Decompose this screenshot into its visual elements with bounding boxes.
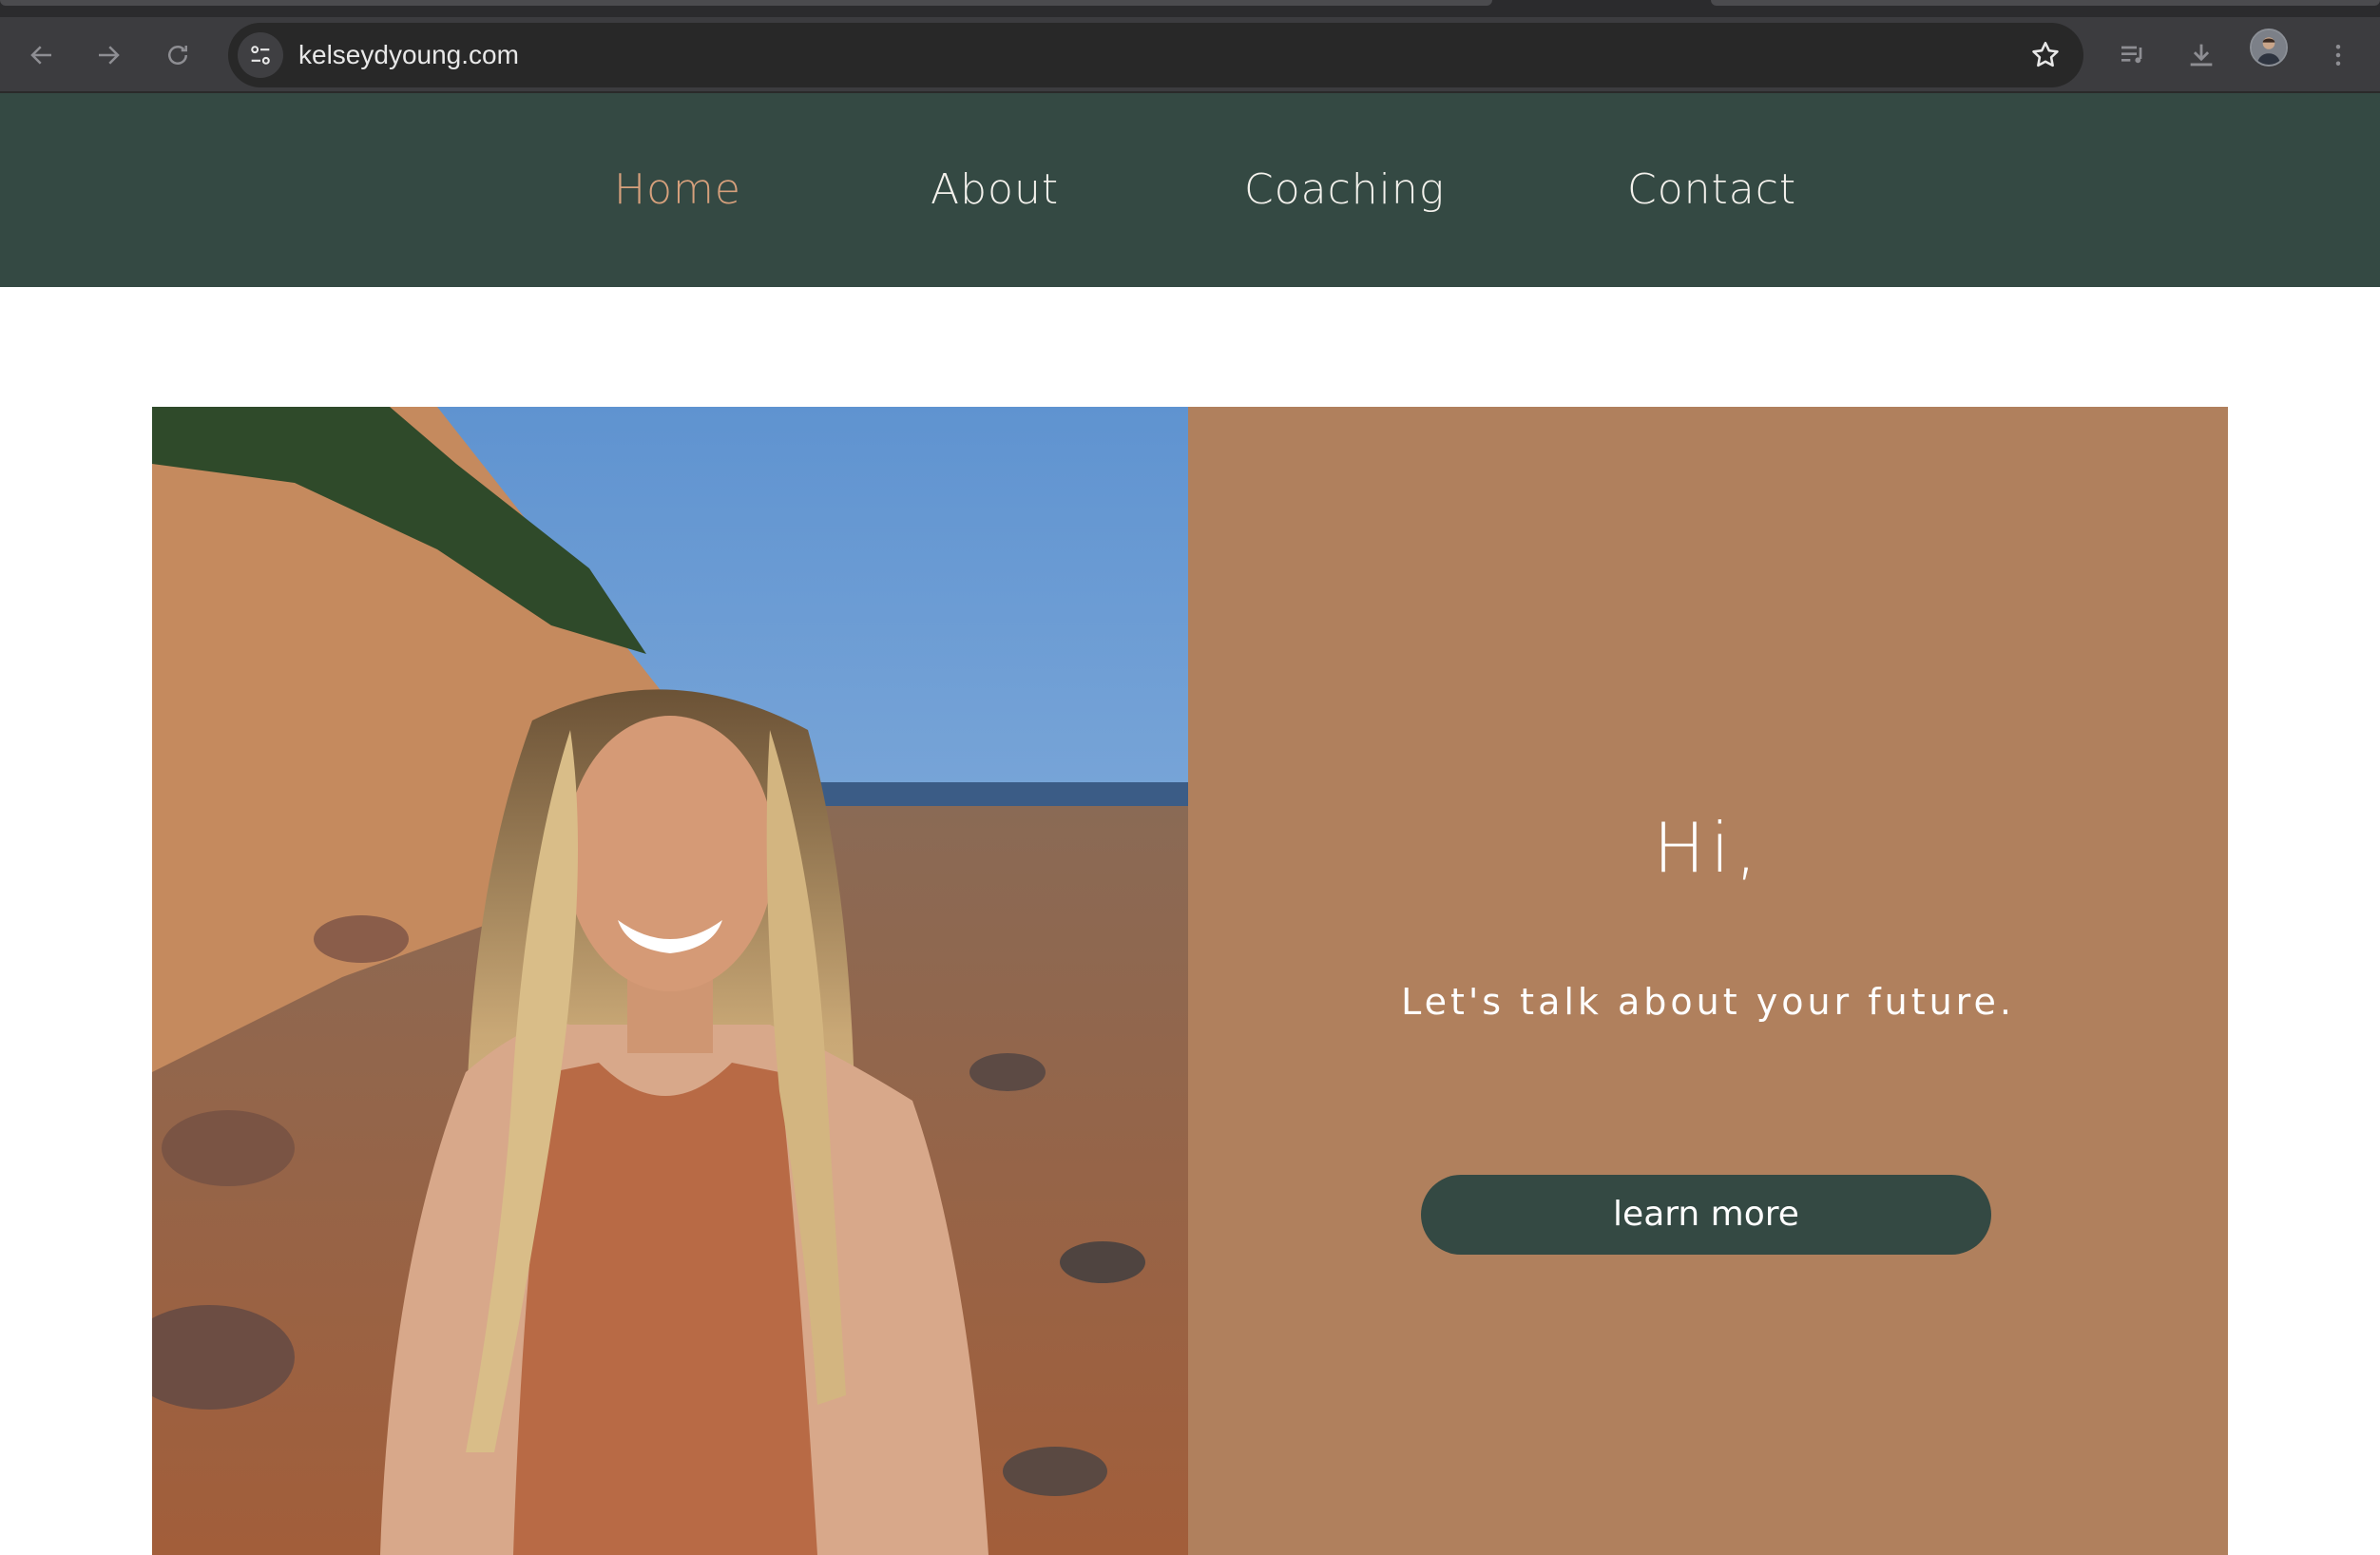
nav-link-coaching[interactable]: Coaching xyxy=(1244,93,1445,287)
site-info-button[interactable] xyxy=(238,32,283,78)
arrow-right-icon xyxy=(99,46,120,65)
avatar-icon xyxy=(2252,30,2286,65)
main-nav: Home About Coaching Contact xyxy=(0,93,2380,287)
reload-icon xyxy=(168,46,187,65)
nav-link-home[interactable]: Home xyxy=(614,93,741,287)
tagline-text: Let's talk about your future. xyxy=(1401,981,2015,1023)
browser-toolbar: kelseydyoung.com xyxy=(0,17,2380,93)
arrow-left-icon xyxy=(30,46,51,65)
star-icon xyxy=(2032,41,2059,67)
hero-photo xyxy=(152,407,1188,1555)
url-text[interactable]: kelseydyoung.com xyxy=(298,23,519,87)
reload-button[interactable] xyxy=(155,32,201,78)
site-header: Home About Coaching Contact xyxy=(0,93,2380,287)
profile-avatar[interactable] xyxy=(2250,29,2288,67)
tab-edge xyxy=(0,0,1492,6)
download-icon xyxy=(2190,44,2213,67)
queue-music-icon xyxy=(2121,46,2142,64)
address-bar[interactable]: kelseydyoung.com xyxy=(228,23,2083,87)
tab-edge xyxy=(1711,0,2380,6)
downloads-button[interactable] xyxy=(2178,32,2224,78)
portrait-image xyxy=(152,407,1188,1555)
nav-link-contact[interactable]: Contact xyxy=(1627,93,1796,287)
nav-link-about[interactable]: About xyxy=(931,93,1059,287)
greeting-heading: Hi, xyxy=(1653,808,1763,888)
hero-section: Hi, Let's talk about your future. learn … xyxy=(152,407,2228,1555)
forward-button[interactable] xyxy=(86,32,131,78)
browser-chrome: kelseydyoung.com xyxy=(0,0,2380,93)
bookmark-button[interactable] xyxy=(2028,38,2063,72)
media-button[interactable] xyxy=(2110,32,2156,78)
intro-panel: Hi, Let's talk about your future. learn … xyxy=(1188,407,2228,1555)
tune-icon xyxy=(251,46,270,65)
learn-more-button[interactable]: learn more xyxy=(1421,1175,1991,1255)
tab-strip xyxy=(0,0,2380,17)
back-button[interactable] xyxy=(19,32,65,78)
browser-menu-button[interactable] xyxy=(2315,32,2361,78)
kebab-menu-icon xyxy=(2335,45,2341,66)
